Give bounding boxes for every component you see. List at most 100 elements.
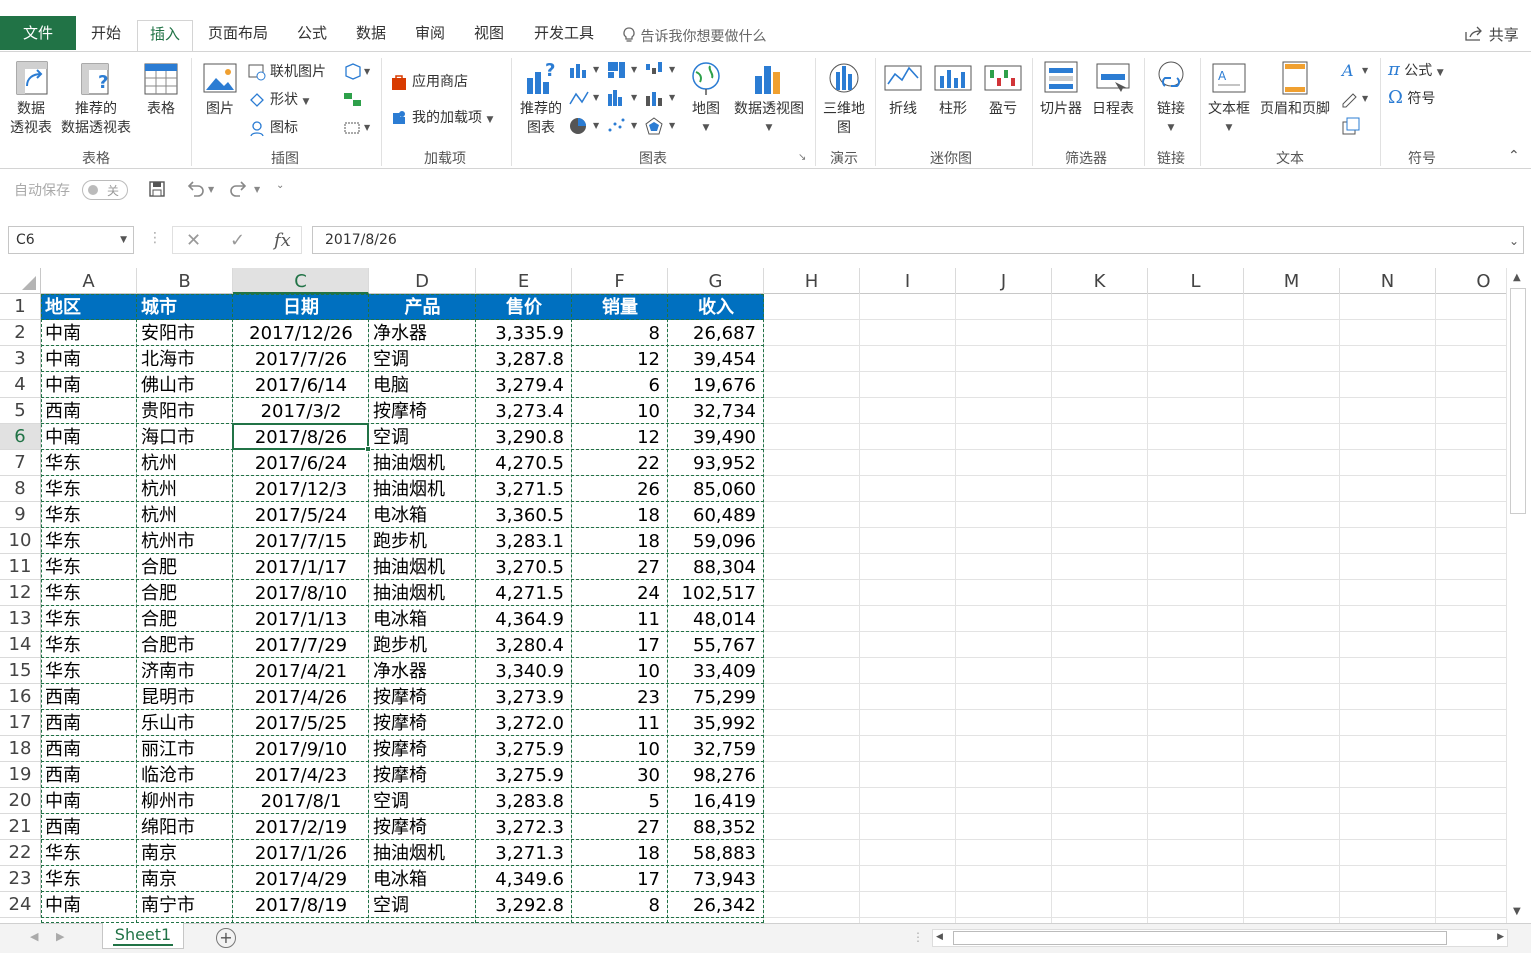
online-picture-button[interactable]: 联机图片 [248,62,326,82]
table-header-cell[interactable]: 日期 [233,294,369,320]
table-cell[interactable]: 2017/8/10 [233,580,369,606]
table-header-cell[interactable]: 售价 [476,294,572,320]
table-cell[interactable]: 3,275.9 [476,736,572,762]
table-cell[interactable]: 空调 [369,788,476,814]
table-cell[interactable]: 18 [572,502,668,528]
table-cell[interactable]: 西南 [41,762,137,788]
table-cell[interactable]: 中南 [41,346,137,372]
table-cell[interactable]: 净水器 [369,320,476,346]
table-cell[interactable]: 2017/1/26 [233,840,369,866]
table-cell[interactable]: 中南 [41,892,137,918]
table-cell[interactable]: 按摩椅 [369,736,476,762]
row-header[interactable]: 13 [0,606,41,632]
table-cell[interactable]: 2017/6/14 [233,372,369,398]
table-cell[interactable]: 西南 [41,710,137,736]
table-cell[interactable]: 4,271.5 [476,580,572,606]
sparkline-column-button[interactable]: 柱形 [930,58,976,119]
row-header[interactable]: 1 [0,294,41,320]
table-cell[interactable]: 75,299 [668,684,764,710]
table-cell[interactable]: 2017/1/13 [233,606,369,632]
table-cell[interactable]: 2017/12/3 [233,476,369,502]
table-cell[interactable]: 35,992 [668,710,764,736]
table-cell[interactable]: 抽油烟机 [369,840,476,866]
column-header-h[interactable]: H [764,268,860,294]
table-cell[interactable]: 西南 [41,736,137,762]
table-cell[interactable]: 空调 [369,424,476,450]
sparkline-winloss-button[interactable]: 盈亏 [980,58,1026,119]
table-cell[interactable]: 3,287.8 [476,346,572,372]
table-cell[interactable]: 98,276 [668,762,764,788]
table-cell[interactable]: 2017/4/23 [233,762,369,788]
table-cell[interactable]: 3,270.5 [476,554,572,580]
table-cell[interactable]: 85,060 [668,476,764,502]
table-cell[interactable]: 海口市 [137,424,233,450]
table-cell[interactable]: 39,490 [668,424,764,450]
table-cell[interactable]: 3,283.8 [476,788,572,814]
table-cell[interactable]: 2017/12/26 [233,320,369,346]
icons-button[interactable]: 图标 [248,118,298,138]
table-cell[interactable]: 华东 [41,632,137,658]
table-cell[interactable]: 18 [572,528,668,554]
slicer-button[interactable]: 切片器 [1036,58,1086,119]
horizontal-scroll-thumb[interactable] [953,931,1447,945]
column-header-c[interactable]: C [233,268,369,294]
next-sheet-icon[interactable]: ▶ [56,930,64,943]
table-cell[interactable]: 2017/7/15 [233,528,369,554]
name-box[interactable]: C6 ▼ [8,226,134,254]
table-cell[interactable]: 华东 [41,528,137,554]
3d-map-button[interactable]: 三维地 图 [818,58,870,138]
table-cell[interactable]: 4,364.9 [476,606,572,632]
table-button[interactable]: 表格 [140,58,182,119]
collapse-ribbon-icon[interactable]: ⌃ [1508,148,1520,164]
3d-models-icon[interactable]: ▼ [342,62,371,82]
table-cell[interactable]: 南京 [137,866,233,892]
table-header-cell[interactable]: 地区 [41,294,137,320]
table-cell[interactable]: 3,273.9 [476,684,572,710]
table-cell[interactable]: 华东 [41,866,137,892]
sheet-tab-sheet1[interactable]: Sheet1 [102,923,184,949]
table-cell[interactable]: 杭州市 [137,528,233,554]
row-header[interactable]: 12 [0,580,41,606]
table-cell[interactable]: 按摩椅 [369,762,476,788]
statistic-chart-icon[interactable]: ▼ [606,88,642,108]
table-cell[interactable]: 17 [572,866,668,892]
table-cell[interactable]: 17 [572,632,668,658]
table-cell[interactable]: 12 [572,424,668,450]
splitter-icon[interactable]: ⋮ [912,930,924,944]
link-button[interactable]: 链接 ▼ [1148,58,1194,138]
table-cell[interactable]: 88,304 [668,554,764,580]
column-header-d[interactable]: D [369,268,476,294]
table-cell[interactable]: 电冰箱 [369,502,476,528]
table-cell[interactable]: 抽油烟机 [369,450,476,476]
column-header-i[interactable]: I [860,268,956,294]
column-header-l[interactable]: L [1148,268,1244,294]
row-header[interactable]: 2 [0,320,41,346]
table-cell[interactable]: 按摩椅 [369,710,476,736]
header-footer-button[interactable]: 页眉和页脚 [1256,58,1334,119]
row-header[interactable]: 15 [0,658,41,684]
scroll-right-icon[interactable]: ▶ [1497,932,1504,942]
table-cell[interactable]: 3,290.8 [476,424,572,450]
table-cell[interactable]: 3,283.1 [476,528,572,554]
table-cell[interactable]: 32,734 [668,398,764,424]
table-cell[interactable]: 电脑 [369,372,476,398]
table-cell[interactable]: 安阳市 [137,320,233,346]
table-cell[interactable]: 3,273.4 [476,398,572,424]
enter-icon[interactable]: ✓ [230,230,245,251]
table-cell[interactable]: 102,517 [668,580,764,606]
row-header[interactable]: 8 [0,476,41,502]
table-cell[interactable]: 11 [572,606,668,632]
table-cell[interactable]: 19,676 [668,372,764,398]
table-cell[interactable]: 临沧市 [137,762,233,788]
table-cell[interactable]: 中南 [41,372,137,398]
scroll-up-icon[interactable]: ▲ [1513,272,1521,283]
column-header-f[interactable]: F [572,268,668,294]
scroll-down-icon[interactable]: ▼ [1513,906,1521,917]
pivot-table-button[interactable]: 数据 透视表 [6,58,56,138]
scroll-left-icon[interactable]: ◀ [936,932,943,942]
line-chart-icon[interactable]: ▼ [568,88,604,108]
row-header[interactable]: 24 [0,892,41,918]
table-cell[interactable]: 跑步机 [369,528,476,554]
table-cell[interactable]: 中南 [41,320,137,346]
table-cell[interactable]: 10 [572,398,668,424]
